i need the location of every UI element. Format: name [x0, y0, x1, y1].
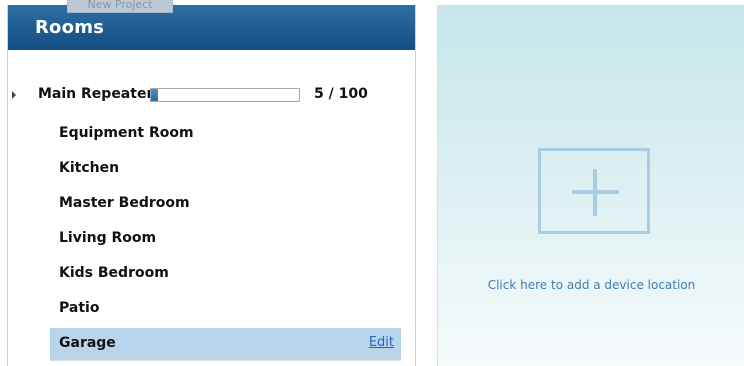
- room-item[interactable]: Living Room: [8, 222, 415, 257]
- rooms-header: New Project Rooms: [8, 0, 415, 50]
- room-label: Garage: [59, 335, 116, 351]
- room-label: Kitchen: [59, 160, 120, 176]
- project-tab[interactable]: New Project: [67, 0, 173, 13]
- room-label: Equipment Room: [59, 125, 194, 141]
- room-label: Kids Bedroom: [59, 265, 169, 281]
- room-item-selected[interactable]: Garage Edit: [50, 328, 401, 360]
- room-item[interactable]: Patio: [8, 292, 415, 327]
- repeater-label: Main Repeater: [38, 86, 154, 102]
- expand-arrow-icon[interactable]: [12, 91, 16, 99]
- edit-link[interactable]: Edit: [369, 335, 394, 350]
- room-item[interactable]: Kids Bedroom: [8, 257, 415, 292]
- rooms-title: Rooms: [35, 17, 105, 38]
- room-item[interactable]: Kitchen: [8, 152, 415, 187]
- add-device-location-hint[interactable]: Click here to add a device location: [438, 278, 744, 292]
- add-device-location-button[interactable]: [538, 148, 650, 234]
- capacity-bar: [150, 88, 300, 102]
- device-location-panel: Click here to add a device location: [437, 5, 744, 366]
- repeater-row[interactable]: Main Repeater 5 / 100: [8, 83, 415, 107]
- room-label: Living Room: [59, 230, 157, 246]
- rooms-panel: New Project Rooms Main Repeater 5 / 100 …: [7, 0, 416, 366]
- plus-icon-vertical: [593, 169, 597, 216]
- room-item[interactable]: Equipment Room: [8, 117, 415, 152]
- capacity-text: 5 / 100: [314, 86, 368, 102]
- room-list: Equipment Room Kitchen Master Bedroom Li…: [8, 117, 415, 360]
- room-label: Master Bedroom: [59, 195, 190, 211]
- room-item[interactable]: Master Bedroom: [8, 187, 415, 222]
- capacity-fill: [151, 89, 159, 101]
- list-bottom-divider: [50, 360, 401, 366]
- room-label: Patio: [59, 300, 100, 316]
